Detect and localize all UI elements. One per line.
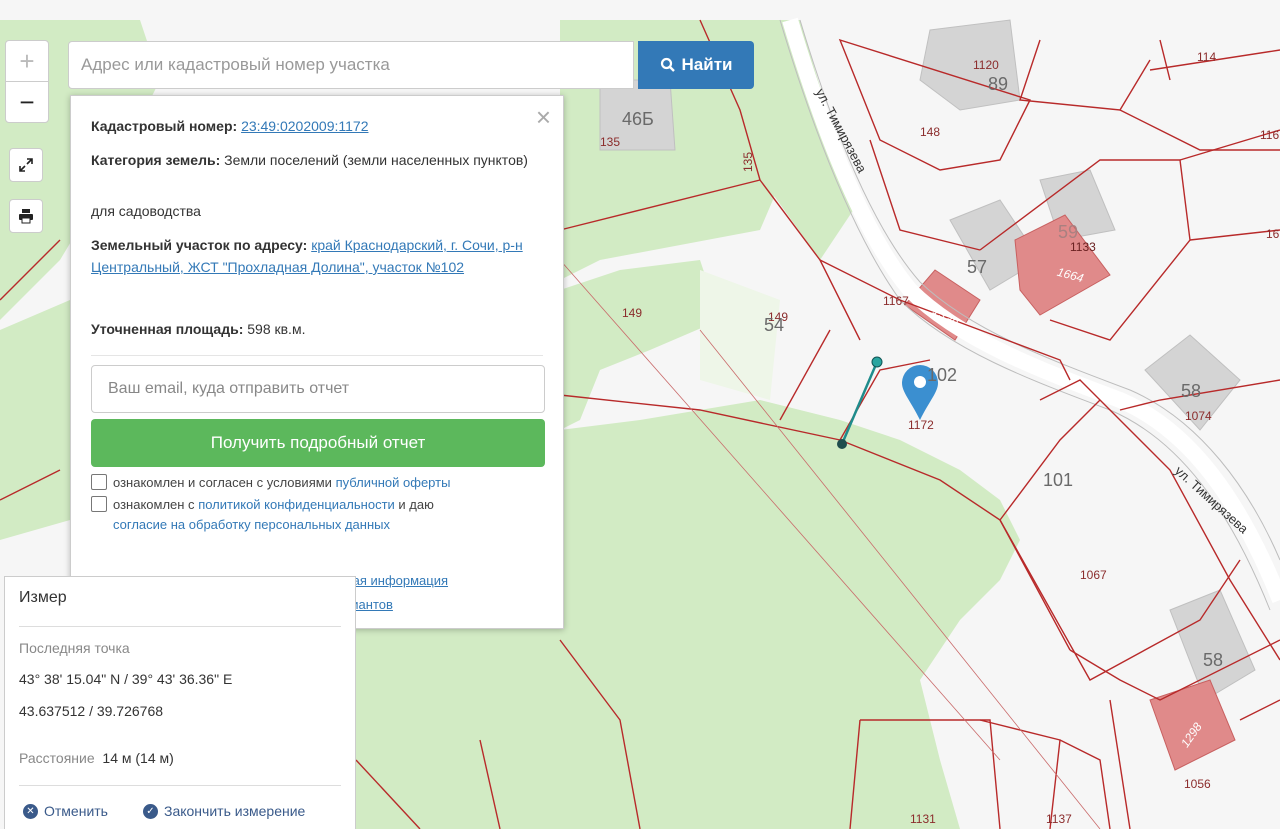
offer-link[interactable]: публичной оферты bbox=[336, 475, 451, 490]
search-input[interactable]: Адрес или кадастровый номер участка bbox=[68, 41, 634, 89]
parcel-label: 1137 bbox=[1046, 812, 1072, 826]
last-point-label: Последняя точка bbox=[19, 640, 130, 656]
search-icon bbox=[660, 57, 675, 72]
personal-data-link[interactable]: согласие на обработку персональных данны… bbox=[113, 517, 390, 532]
parcel-label: 46Б bbox=[622, 109, 654, 129]
address-row: Земельный участок по адресу: край Красно… bbox=[91, 234, 543, 278]
area-row: Уточненная площадь: 598 кв.м. bbox=[91, 318, 543, 340]
parcel-label: 1067 bbox=[1080, 568, 1107, 582]
parcel-label: 1120 bbox=[973, 58, 999, 72]
parcel-label: 135 bbox=[600, 135, 621, 149]
offer-checkbox[interactable] bbox=[91, 474, 107, 490]
parcel-label: 89 bbox=[988, 74, 1009, 94]
finish-label: Закончить измерение bbox=[164, 803, 306, 819]
parcel-label: 58 bbox=[1203, 650, 1224, 670]
distance-value: 14 м (14 м) bbox=[102, 750, 174, 766]
divider bbox=[19, 785, 341, 786]
expand-icon bbox=[19, 158, 33, 172]
parcel-label: 101 bbox=[1043, 470, 1074, 490]
parcel-label: 57 bbox=[967, 257, 988, 277]
cancel-icon: ✕ bbox=[23, 803, 38, 819]
parcel-label: 1167 bbox=[883, 294, 909, 308]
parcel-label: 54 bbox=[764, 315, 785, 335]
cadastral-number-row: Кадастровый номер: 23:49:0202009:1172 bbox=[91, 115, 543, 137]
parcel-label: 59 bbox=[1058, 222, 1079, 242]
offer-consent: ознакомлен и согласен с условиями публич… bbox=[91, 473, 543, 493]
search-button[interactable]: Найти bbox=[638, 41, 754, 89]
measure-panel: Измер Последняя точка 43° 38' 15.04" N /… bbox=[4, 576, 356, 829]
print-button[interactable] bbox=[9, 199, 43, 233]
parcel-label: 1131 bbox=[910, 812, 936, 826]
address-label: Земельный участок по адресу: bbox=[91, 237, 308, 253]
email-field[interactable]: Ваш email, куда отправить отчет bbox=[91, 365, 545, 413]
parcel-label: 1074 bbox=[1185, 409, 1212, 423]
parcel-label: 102 bbox=[927, 365, 958, 385]
printer-icon bbox=[19, 209, 33, 224]
divider bbox=[91, 355, 543, 356]
offer-text: ознакомлен и согласен с условиями bbox=[113, 475, 332, 490]
privacy-tail: и даю bbox=[398, 497, 434, 512]
finish-measure-button[interactable]: ✓ Закончить измерение bbox=[143, 803, 305, 819]
cancel-measure-button[interactable]: ✕ Отменить bbox=[23, 803, 108, 819]
measure-title: Измер bbox=[19, 589, 67, 606]
get-report-button[interactable]: Получить подробный отчет bbox=[91, 419, 545, 467]
divider bbox=[19, 626, 341, 627]
cadastral-number-link[interactable]: 23:49:0202009:1172 bbox=[241, 118, 368, 134]
privacy-text: ознакомлен с bbox=[113, 497, 195, 512]
search-button-label: Найти bbox=[681, 55, 733, 74]
distance-row: Расстояние 14 м (14 м) bbox=[19, 750, 174, 766]
parcel-label: 1172 bbox=[908, 418, 934, 432]
coords-decimal: 43.637512 / 39.726768 bbox=[19, 703, 164, 719]
cadastral-label: Кадастровый номер: bbox=[91, 118, 238, 134]
zoom-control: + − bbox=[5, 40, 49, 123]
zoom-in-button[interactable]: + bbox=[6, 41, 48, 81]
category-label: Категория земель: bbox=[91, 152, 221, 168]
area-value: 598 кв.м. bbox=[247, 321, 306, 337]
coords-dms: 43° 38' 15.04" N / 39° 43' 36.36" E bbox=[19, 671, 233, 687]
search-placeholder: Адрес или кадастровый номер участка bbox=[81, 55, 390, 74]
land-use: для садоводства bbox=[91, 203, 201, 219]
privacy-checkbox[interactable] bbox=[91, 496, 107, 512]
fullscreen-button[interactable] bbox=[9, 148, 43, 182]
parcel-label: 116 bbox=[1260, 128, 1280, 142]
parcel-label: 148 bbox=[920, 125, 941, 139]
parcel-label: 16 bbox=[1266, 227, 1280, 241]
parcel-info-popup: × Кадастровый номер: 23:49:0202009:1172 … bbox=[70, 95, 564, 629]
parcel-label: 149 bbox=[622, 306, 643, 320]
email-placeholder: Ваш email, куда отправить отчет bbox=[108, 380, 350, 397]
parcel-label: 114 bbox=[1197, 50, 1217, 64]
check-icon: ✓ bbox=[143, 803, 158, 819]
land-category-row: Категория земель: Земли поселений (земли… bbox=[91, 149, 543, 171]
privacy-link[interactable]: политикой конфиденциальности bbox=[198, 497, 395, 512]
category-value: Земли поселений (земли населенных пункто… bbox=[224, 152, 528, 168]
parcel-label: 58 bbox=[1181, 381, 1202, 401]
distance-label: Расстояние bbox=[19, 750, 95, 766]
cancel-label: Отменить bbox=[44, 803, 108, 819]
area-label: Уточненная площадь: bbox=[91, 321, 244, 337]
zoom-out-button[interactable]: − bbox=[6, 81, 48, 122]
parcel-label: 1056 bbox=[1184, 777, 1211, 791]
privacy-consent: ознакомлен с политикой конфиденциальност… bbox=[91, 495, 543, 535]
parcel-label: 135 bbox=[741, 151, 756, 173]
